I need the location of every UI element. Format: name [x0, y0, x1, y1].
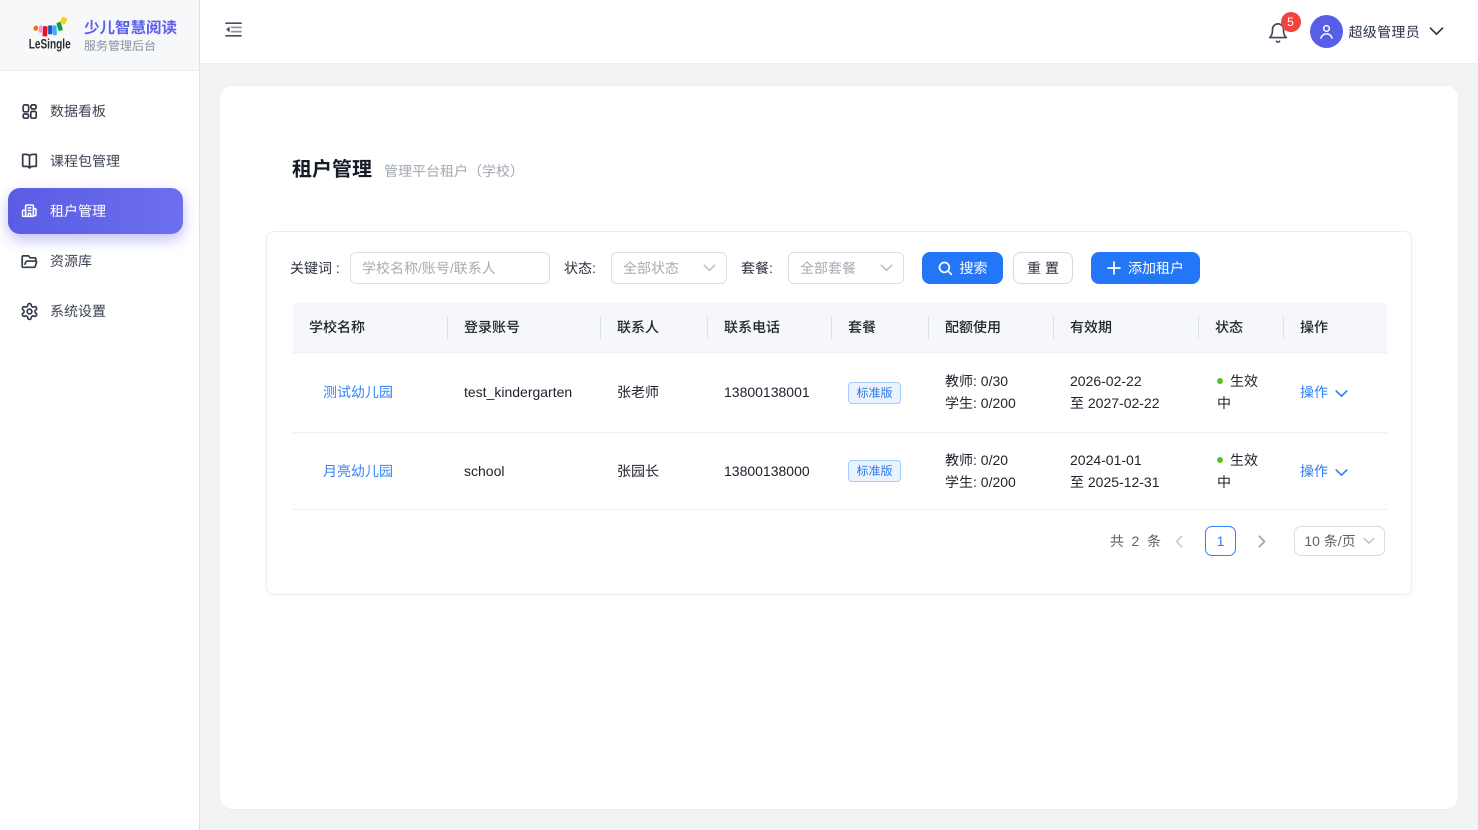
svg-text:LeSingle: LeSingle [29, 35, 71, 51]
